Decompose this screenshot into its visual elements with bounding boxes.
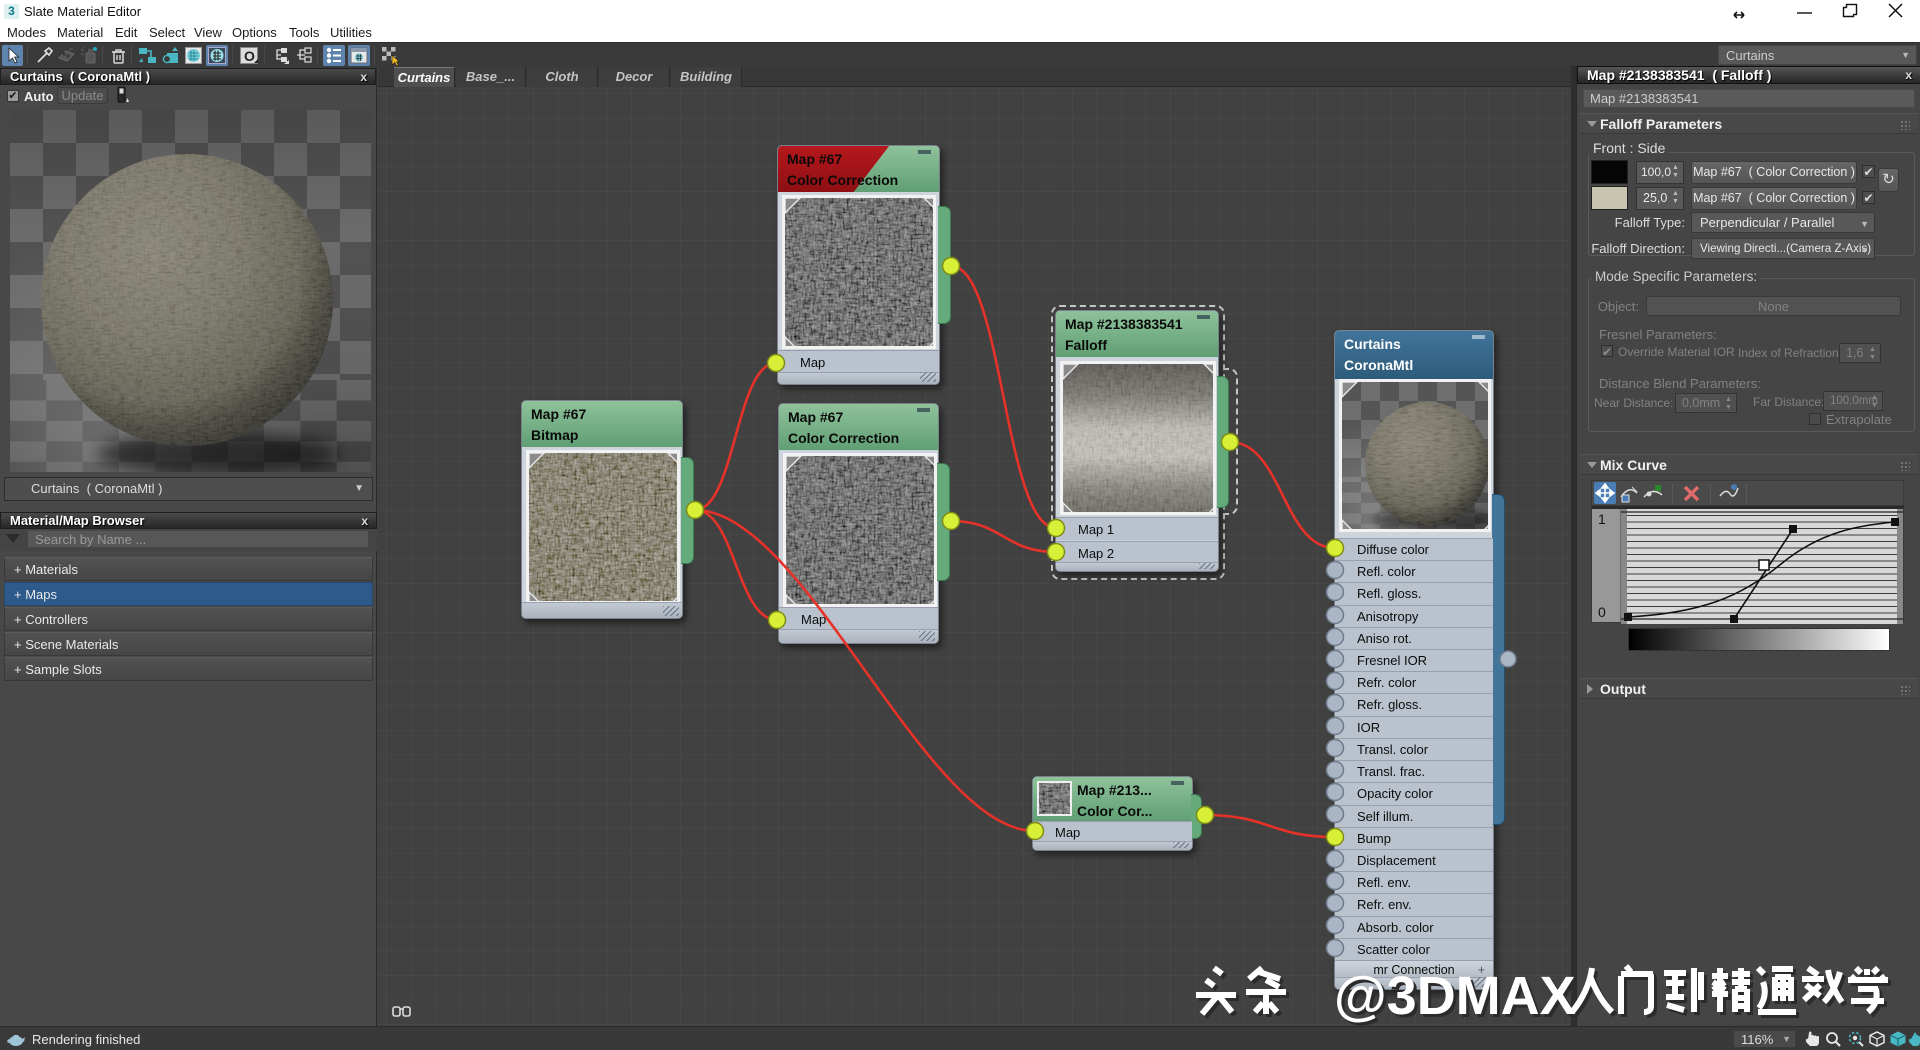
svg-text:@3DMAX: @3DMAX bbox=[1334, 966, 1576, 1026]
svg-text:O: O bbox=[244, 48, 255, 64]
